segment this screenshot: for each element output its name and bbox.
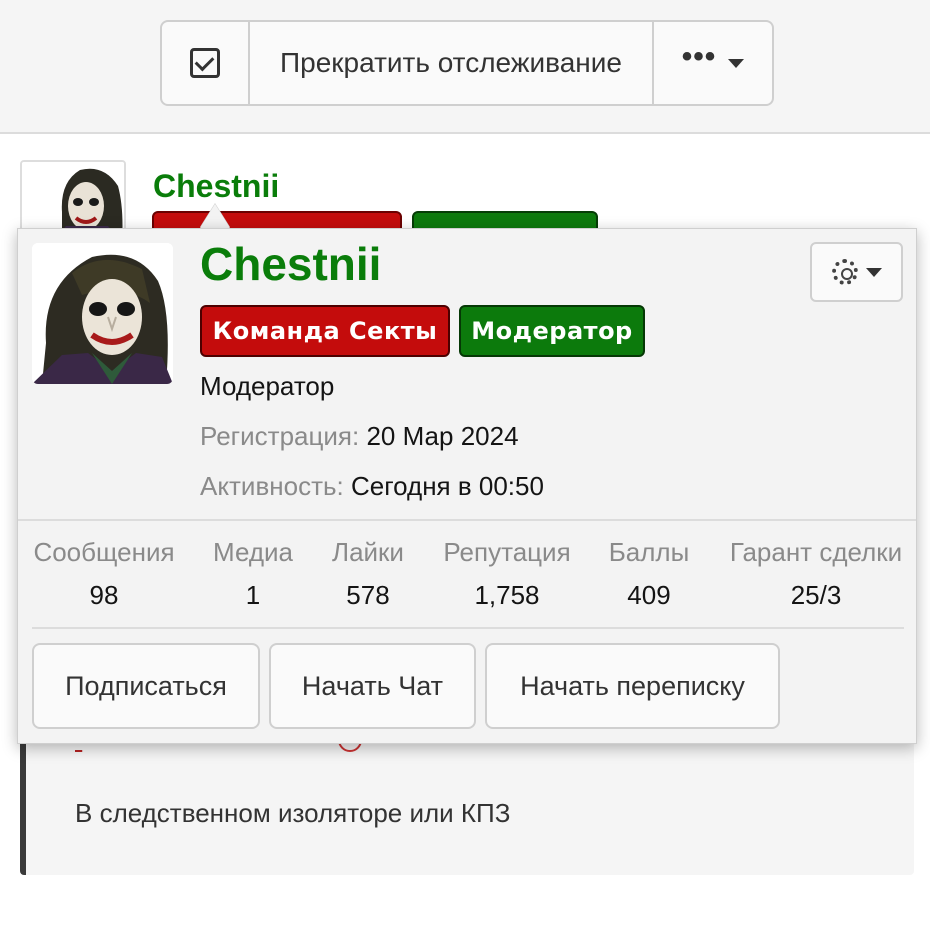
- chevron-down-icon: [865, 267, 882, 277]
- post-body-text: В следственном изоляторе или КПЗ: [75, 798, 511, 828]
- registration-value: 20 Мар 2024: [366, 421, 519, 451]
- chevron-down-icon: [728, 58, 745, 68]
- badge-team-sect: Команда Секты: [200, 305, 450, 357]
- joker-avatar-image: [32, 243, 173, 384]
- stat-media[interactable]: Медиа 1: [208, 537, 298, 611]
- stat-label: Медиа: [213, 537, 293, 567]
- stat-value: 409: [627, 580, 671, 610]
- more-menu-button[interactable]: •••: [654, 22, 772, 104]
- post-username[interactable]: Chestnii: [153, 168, 279, 205]
- stat-label: Гарант сделки: [729, 537, 903, 567]
- stat-label: Сообщения: [33, 537, 175, 567]
- member-tooltip-card: Chestnii Команда Секты Модератор Модерат…: [17, 228, 917, 744]
- stat-value: 1: [245, 580, 261, 610]
- divider: [18, 519, 916, 521]
- stat-likes[interactable]: Лайки 578: [326, 537, 410, 611]
- member-registration: Регистрация: 20 Мар 2024: [200, 421, 519, 452]
- member-user-title: Модератор: [200, 371, 335, 401]
- start-chat-button[interactable]: Начать Чат: [269, 643, 476, 729]
- stat-reputation[interactable]: Репутация 1,758: [438, 537, 576, 611]
- member-last-activity: Активность: Сегодня в 00:50: [200, 471, 544, 502]
- start-conversation-label: Начать переписку: [520, 670, 745, 701]
- activity-value: Сегодня в 00:50: [350, 471, 544, 501]
- activity-label: Активность:: [200, 471, 344, 501]
- checkbox-icon: [190, 48, 220, 78]
- stat-value: 578: [346, 580, 390, 610]
- select-toggle-button[interactable]: [162, 22, 250, 104]
- stat-label: Репутация: [443, 537, 571, 567]
- member-avatar[interactable]: [32, 243, 173, 384]
- ellipsis-icon: •••: [681, 40, 717, 73]
- gear-icon: [831, 259, 858, 285]
- popover-arrow: [200, 204, 230, 228]
- stat-label: Лайки: [332, 537, 404, 567]
- stop-tracking-label: Прекратить отслеживание: [280, 47, 622, 78]
- start-chat-label: Начать Чат: [301, 670, 444, 701]
- thread-toolbar-strip: Прекратить отслеживание •••: [0, 0, 930, 134]
- stat-value: 25/3: [790, 580, 842, 610]
- stat-label: Баллы: [608, 537, 690, 567]
- stat-value: 1,758: [474, 580, 540, 610]
- stat-points[interactable]: Баллы 409: [604, 537, 694, 611]
- thread-action-group: Прекратить отслеживание •••: [160, 20, 774, 106]
- stat-value: 98: [89, 580, 119, 610]
- follow-button[interactable]: Подписаться: [32, 643, 260, 729]
- member-settings-button[interactable]: [810, 242, 903, 302]
- member-username[interactable]: Chestnii: [200, 237, 381, 291]
- registration-label: Регистрация:: [200, 421, 360, 451]
- divider: [32, 627, 904, 629]
- follow-label: Подписаться: [65, 670, 227, 701]
- stop-tracking-button[interactable]: Прекратить отслеживание: [250, 22, 654, 104]
- stat-deal-guarantee[interactable]: Гарант сделки 25/3: [726, 537, 906, 611]
- badge-moderator: Модератор: [459, 305, 645, 357]
- start-conversation-button[interactable]: Начать переписку: [485, 643, 780, 729]
- stat-messages[interactable]: Сообщения 98: [32, 537, 176, 611]
